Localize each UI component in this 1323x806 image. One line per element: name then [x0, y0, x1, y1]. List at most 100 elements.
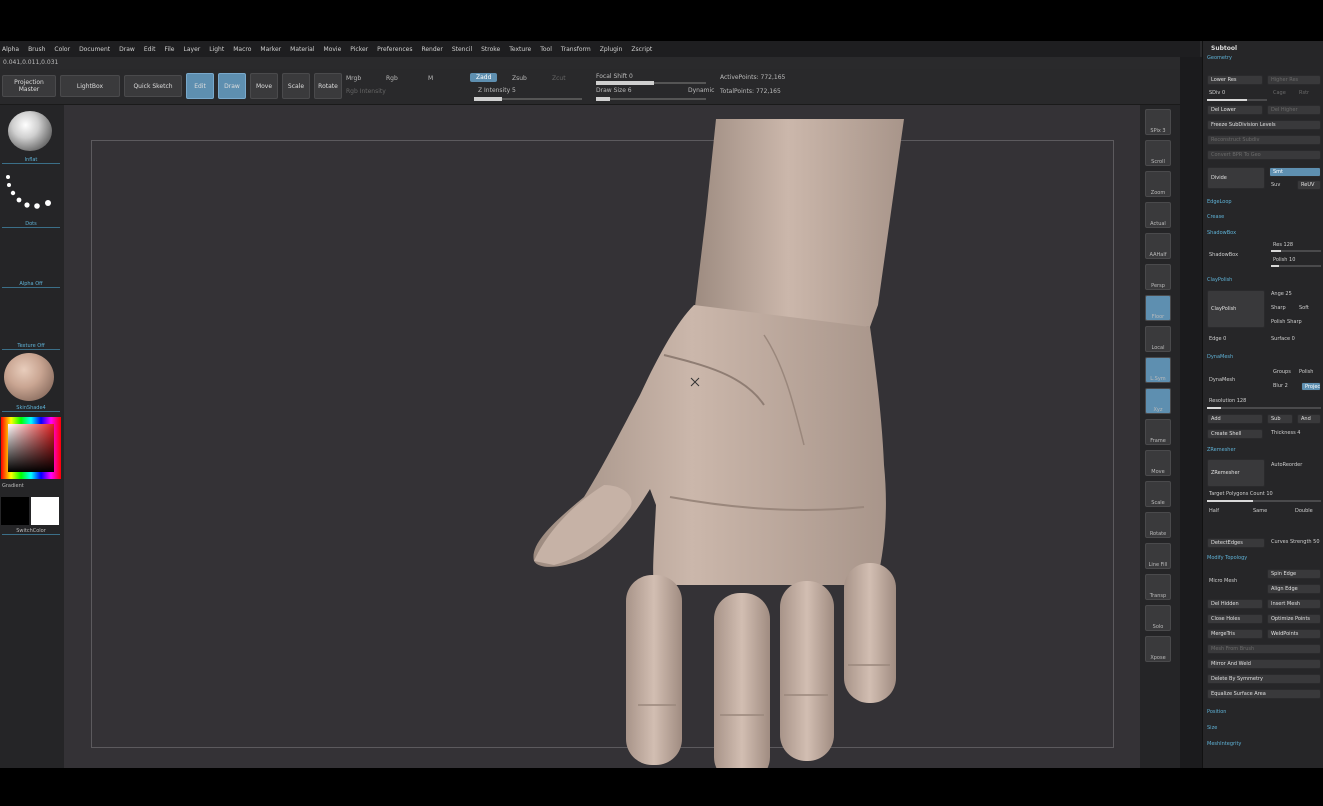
sdiv-slider[interactable]: SDiv 0 [1209, 90, 1225, 96]
color-picker-field[interactable] [8, 424, 54, 472]
del-lower-button[interactable]: Del Lower [1207, 105, 1263, 115]
gradient-label[interactable]: Gradient [2, 483, 60, 489]
rgb-toggle[interactable]: Rgb [386, 75, 398, 82]
soft-slider[interactable]: Soft [1299, 305, 1309, 311]
zremesher-button[interactable]: ZRemesher [1207, 459, 1265, 487]
autoreorder-toggle[interactable]: AutoReorder [1271, 462, 1302, 468]
z-intensity-slider[interactable]: Z Intensity 5 [478, 87, 516, 94]
edit-mode-button[interactable]: Edit [186, 73, 214, 99]
weldpoints-button[interactable]: WeldPoints [1267, 629, 1321, 639]
menu-item-layer[interactable]: Layer [184, 46, 201, 53]
draw-mode-button[interactable]: Draw [218, 73, 246, 99]
menu-item-light[interactable]: Light [209, 46, 224, 53]
claypolish-button[interactable]: ClayPolish [1207, 290, 1265, 328]
convert-bpr-button[interactable]: Convert BPR To Geo [1207, 150, 1321, 160]
rotate-mode-button[interactable]: Rotate [314, 73, 342, 99]
double-button[interactable]: Double [1295, 508, 1313, 514]
draw-size-slider[interactable]: Draw Size 6 [596, 87, 632, 94]
del-hidden-button[interactable]: Del Hidden [1207, 599, 1263, 609]
quick-sketch-button[interactable]: Quick Sketch [124, 75, 182, 97]
close-holes-button[interactable]: Close Holes [1207, 614, 1263, 624]
subtool-title[interactable]: Subtool [1211, 45, 1237, 52]
move-mode-button[interactable]: Move [250, 73, 278, 99]
divide-button[interactable]: Divide [1207, 167, 1265, 189]
zremesher-section[interactable]: ZRemesher [1207, 447, 1236, 453]
project-toggle[interactable]: Project [1301, 382, 1321, 391]
menu-item-zplugin[interactable]: Zplugin [600, 46, 623, 53]
scale-mode-button[interactable]: Scale [282, 73, 310, 99]
reuv-button[interactable]: ReUV [1297, 180, 1321, 190]
thickness-slider[interactable]: Thickness 4 [1271, 430, 1300, 436]
sdiv-track[interactable] [1207, 99, 1267, 101]
menu-item-draw[interactable]: Draw [119, 46, 135, 53]
delete-by-symmetry-button[interactable]: Delete By Symmetry [1207, 674, 1321, 684]
switch-color-button[interactable]: SwitchColor [2, 528, 60, 535]
spin-edge-button[interactable]: Spin Edge [1267, 569, 1321, 579]
shadowbox-section[interactable]: ShadowBox [1207, 230, 1236, 236]
menu-item-transform[interactable]: Transform [561, 46, 591, 53]
menu-item-tool[interactable]: Tool [540, 46, 552, 53]
sub-button[interactable]: Sub [1267, 414, 1293, 424]
menu-item-edit[interactable]: Edit [144, 46, 156, 53]
del-higher-button[interactable]: Del Higher [1267, 105, 1321, 115]
crease-section[interactable]: Crease [1207, 214, 1224, 220]
mergetris-button[interactable]: MergeTris [1207, 629, 1263, 639]
zadd-toggle[interactable]: Zadd [470, 73, 498, 82]
same-button[interactable]: Same [1253, 508, 1267, 514]
size-section[interactable]: Size [1207, 725, 1217, 731]
stroke-thumbnail[interactable] [4, 171, 56, 211]
mrgb-toggle[interactable]: Mrgb [346, 75, 361, 82]
res-track[interactable] [1271, 250, 1321, 252]
groups-toggle[interactable]: Groups [1273, 369, 1291, 375]
mirror-and-weld-button[interactable]: Mirror And Weld [1207, 659, 1321, 669]
z-intensity-track[interactable] [474, 97, 582, 101]
lower-res-button[interactable]: Lower Res [1207, 75, 1263, 85]
edge-slider[interactable]: Edge 0 [1209, 336, 1226, 342]
shadowbox-button[interactable]: ShadowBox [1209, 252, 1238, 258]
zcut-toggle[interactable]: Zcut [552, 75, 566, 82]
micro-mesh-button[interactable]: Micro Mesh [1209, 578, 1237, 584]
polish-slider[interactable]: Polish 10 [1273, 257, 1295, 263]
equalize-surface-button[interactable]: Equalize Surface Area [1207, 689, 1321, 699]
focal-shift-slider[interactable]: Focal Shift 0 [596, 73, 633, 80]
menu-item-stroke[interactable]: Stroke [481, 46, 500, 53]
sharp-slider[interactable]: Sharp [1271, 305, 1286, 311]
zsub-toggle[interactable]: Zsub [512, 75, 527, 82]
modify-topology-section[interactable]: Modify Topology [1207, 555, 1247, 561]
higher-res-button[interactable]: Higher Res [1267, 75, 1321, 85]
menu-item-zscript[interactable]: Zscript [631, 46, 652, 53]
menu-item-texture[interactable]: Texture [509, 46, 531, 53]
polish-sharp-slider[interactable]: Polish Sharp [1271, 319, 1302, 325]
main-color-swatch[interactable] [31, 497, 59, 525]
hand-sculpt-mesh[interactable] [64, 105, 1140, 768]
polish-track[interactable] [1271, 265, 1321, 267]
panel-scrollbar[interactable] [1180, 57, 1202, 768]
geometry-section[interactable]: Geometry [1207, 55, 1232, 61]
resolution-track[interactable] [1207, 407, 1321, 409]
align-edge-button[interactable]: Align Edge [1267, 584, 1321, 594]
brush-thumbnail[interactable] [8, 111, 52, 151]
draw-size-track[interactable] [596, 97, 706, 101]
dynamesh-section[interactable]: DynaMesh [1207, 354, 1233, 360]
menu-item-macro[interactable]: Macro [233, 46, 251, 53]
detect-edges-button[interactable]: DetectEdges [1207, 538, 1265, 548]
create-shell-button[interactable]: Create Shell [1207, 429, 1263, 439]
blur-slider[interactable]: Blur 2 [1273, 383, 1288, 389]
material-thumbnail[interactable] [4, 353, 54, 401]
menu-item-render[interactable]: Render [421, 46, 442, 53]
insert-mesh-button[interactable]: Insert Mesh [1267, 599, 1321, 609]
surface-slider[interactable]: Surface 0 [1271, 336, 1295, 342]
and-button[interactable]: And [1297, 414, 1321, 424]
menu-item-marker[interactable]: Marker [260, 46, 281, 53]
claypolish-section[interactable]: ClayPolish [1207, 277, 1232, 283]
menu-item-brush[interactable]: Brush [28, 46, 45, 53]
projection-master-button[interactable]: Projection Master [2, 75, 56, 97]
smt-toggle[interactable]: Smt [1269, 167, 1321, 177]
focal-shift-track[interactable] [596, 81, 706, 85]
menu-item-color[interactable]: Color [54, 46, 70, 53]
freeze-subdiv-button[interactable]: Freeze SubDivision Levels [1207, 120, 1321, 130]
half-button[interactable]: Half [1209, 508, 1219, 514]
menu-item-picker[interactable]: Picker [350, 46, 368, 53]
menu-item-document[interactable]: Document [79, 46, 110, 53]
dynamic-toggle[interactable]: Dynamic [688, 87, 714, 94]
